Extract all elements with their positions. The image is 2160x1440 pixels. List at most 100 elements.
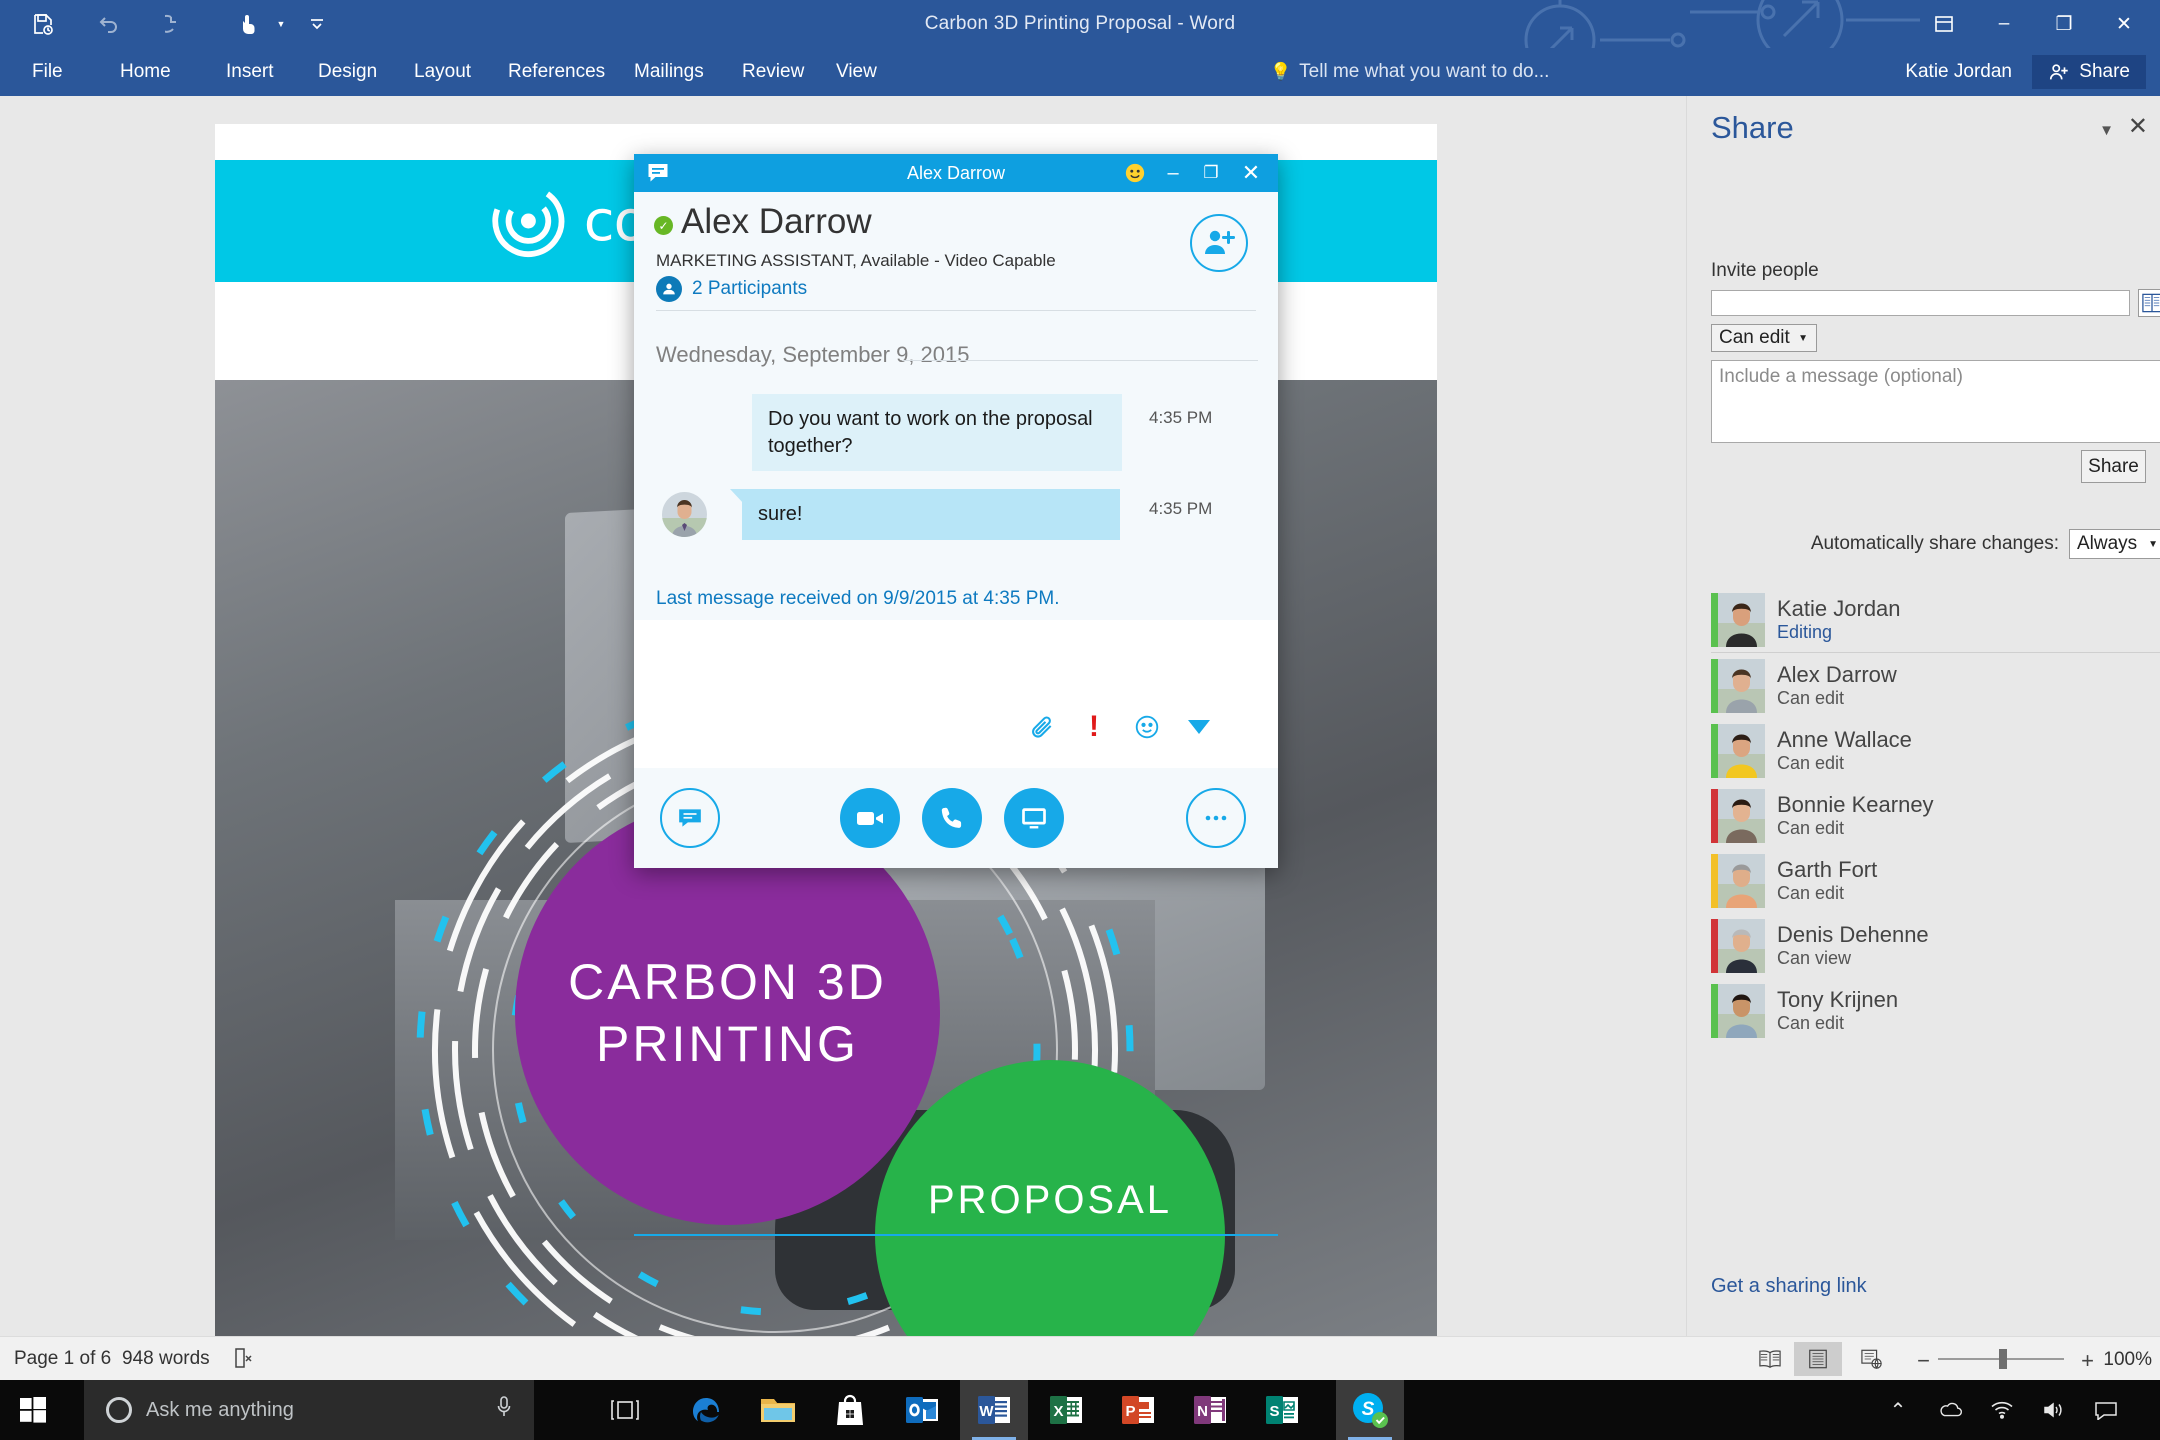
maximize-button[interactable]: ❐ <box>2034 0 2094 48</box>
tab-references[interactable]: References <box>494 48 619 96</box>
zoom-in-button[interactable]: + <box>2081 1348 2094 1374</box>
tab-view[interactable]: View <box>822 48 891 96</box>
tab-design[interactable]: Design <box>304 48 391 96</box>
permission-selected-value: Can edit <box>1719 327 1790 348</box>
proofing-errors-icon[interactable] <box>232 1347 258 1371</box>
page-indicator[interactable]: Page 1 of 6 <box>14 1348 111 1370</box>
taskbar-app-outlook[interactable] <box>888 1380 956 1440</box>
zoom-out-button[interactable]: − <box>1917 1348 1930 1374</box>
person-text: Tony Krijnen Can edit <box>1777 987 1898 1035</box>
present-screen-icon[interactable] <box>1004 788 1064 848</box>
taskbar-app-store[interactable] <box>816 1380 884 1440</box>
taskbar-app-excel[interactable]: X <box>1032 1380 1100 1440</box>
share-pane-title: Share <box>1711 110 1794 145</box>
paperclip-icon[interactable] <box>1023 708 1061 746</box>
taskbar-app-edge[interactable] <box>672 1380 740 1440</box>
cortana-search-box[interactable]: Ask me anything <box>84 1380 534 1440</box>
chevron-down-icon[interactable]: ▼ <box>2099 122 2114 139</box>
message-bubble-outgoing: Do you want to work on the proposal toge… <box>752 394 1122 472</box>
address-book-icon[interactable] <box>2138 289 2160 317</box>
permission-select[interactable]: Can edit ▼ <box>1711 324 1817 352</box>
svg-text:X: X <box>1053 1403 1063 1420</box>
auto-share-label: Automatically share changes: <box>1810 533 2059 554</box>
skype-participants-link[interactable]: 2 Participants <box>692 278 807 300</box>
presence-indicator <box>1711 853 1718 908</box>
hero-subtitle: PROPOSAL <box>927 1178 1173 1222</box>
windows-start-icon[interactable] <box>0 1380 66 1440</box>
chat-icon[interactable] <box>660 788 720 848</box>
person-row[interactable]: Anne Wallace Can edit <box>1711 718 2160 783</box>
account-name[interactable]: Katie Jordan <box>1905 48 2012 96</box>
person-row[interactable]: Denis Dehenne Can view <box>1711 913 2160 978</box>
share-button[interactable]: Share <box>2032 55 2146 89</box>
add-person-icon[interactable] <box>1190 214 1248 272</box>
shared-people-list: Katie Jordan Editing Alex Darrow Can edit An… <box>1711 588 2160 1043</box>
phone-call-icon[interactable] <box>922 788 982 848</box>
more-options-icon[interactable] <box>1186 788 1246 848</box>
action-center-icon[interactable] <box>2080 1380 2132 1440</box>
auto-share-select[interactable]: Always ▼ <box>2069 529 2160 559</box>
task-view-icon[interactable] <box>592 1380 658 1440</box>
ribbon-display-options-icon[interactable] <box>1914 0 1974 48</box>
zoom-level[interactable]: 100% <box>2103 1349 2152 1371</box>
get-sharing-link[interactable]: Get a sharing link <box>1711 1275 1867 1298</box>
avatar <box>1711 788 1765 843</box>
tab-insert[interactable]: Insert <box>212 48 288 96</box>
volume-icon[interactable] <box>2028 1380 2080 1440</box>
word-status-bar: Page 1 of 6 948 words − + 100% <box>0 1336 2160 1380</box>
person-role: Can edit <box>1777 1012 1845 1033</box>
taskbar-app-powerpoint[interactable]: P <box>1104 1380 1172 1440</box>
ribbon-tab-row: File Home Insert Design Layout Reference… <box>0 48 2160 96</box>
cortana-placeholder: Ask me anything <box>146 1398 294 1421</box>
zoom-slider-thumb[interactable] <box>1999 1349 2007 1369</box>
person-row[interactable]: Katie Jordan Editing <box>1711 588 2160 653</box>
tab-file[interactable]: File <box>18 48 77 96</box>
tell-me-search[interactable]: 💡 Tell me what you want to do... <box>1270 48 1549 96</box>
high-importance-icon[interactable]: ! <box>1075 708 1113 746</box>
invite-people-input[interactable] <box>1711 290 2130 316</box>
tab-layout[interactable]: Layout <box>400 48 485 96</box>
microphone-icon[interactable] <box>496 1395 512 1425</box>
taskbar-app-onenote[interactable]: N <box>1176 1380 1244 1440</box>
taskbar-app-sway[interactable]: S <box>1248 1380 1316 1440</box>
avatar-photo <box>1718 918 1765 973</box>
onedrive-icon[interactable] <box>1924 1380 1976 1440</box>
status-emoji-icon[interactable] <box>1116 154 1154 192</box>
skype-close-button[interactable]: ✕ <box>1232 154 1270 192</box>
person-row[interactable]: Alex Darrow Can edit <box>1711 653 2160 718</box>
emoji-icon[interactable] <box>1128 708 1166 746</box>
web-layout-icon[interactable] <box>1848 1342 1896 1376</box>
person-row[interactable]: Tony Krijnen Can edit <box>1711 978 2160 1043</box>
minimize-button[interactable]: – <box>1974 0 2034 48</box>
windows-taskbar: Ask me anything W X P N S S ⌃ <box>0 1380 2160 1440</box>
close-button[interactable]: ✕ <box>2094 0 2154 48</box>
share-message-textarea[interactable]: Include a message (optional) <box>1711 360 2160 443</box>
taskbar-app-file-explorer[interactable] <box>744 1380 812 1440</box>
share-submit-button[interactable]: Share <box>2081 450 2146 483</box>
message-timestamp: 4:35 PM <box>1149 499 1213 518</box>
close-icon[interactable]: ✕ <box>2128 115 2148 139</box>
tab-home[interactable]: Home <box>106 48 185 96</box>
word-count[interactable]: 948 words <box>122 1348 210 1370</box>
person-name: Denis Dehenne <box>1777 921 1929 947</box>
taskbar-app-skype[interactable]: S <box>1336 1380 1404 1440</box>
avatar <box>1711 918 1765 973</box>
message-timestamp: 4:35 PM <box>1149 408 1213 427</box>
chevron-up-icon[interactable]: ⌃ <box>1872 1380 1924 1440</box>
last-message-note: Last message received on 9/9/2015 at 4:3… <box>656 588 1060 609</box>
skype-compose-area[interactable]: ! <box>634 620 1278 1236</box>
tab-review[interactable]: Review <box>728 48 818 96</box>
skype-minimize-button[interactable]: – <box>1154 154 1192 192</box>
video-call-icon[interactable] <box>840 788 900 848</box>
taskbar-app-word[interactable]: W <box>960 1380 1028 1440</box>
avatar-photo <box>1718 983 1765 1038</box>
person-row[interactable]: Bonnie Kearney Can edit <box>1711 783 2160 848</box>
send-icon[interactable] <box>1180 708 1218 746</box>
person-row[interactable]: Garth Fort Can edit <box>1711 848 2160 913</box>
share-person-icon <box>2050 64 2069 80</box>
print-layout-icon[interactable] <box>1794 1342 1842 1376</box>
tab-mailings[interactable]: Mailings <box>620 48 718 96</box>
skype-maximize-button[interactable]: ❐ <box>1192 154 1230 192</box>
read-mode-icon[interactable] <box>1746 1342 1794 1376</box>
network-icon[interactable] <box>1976 1380 2028 1440</box>
